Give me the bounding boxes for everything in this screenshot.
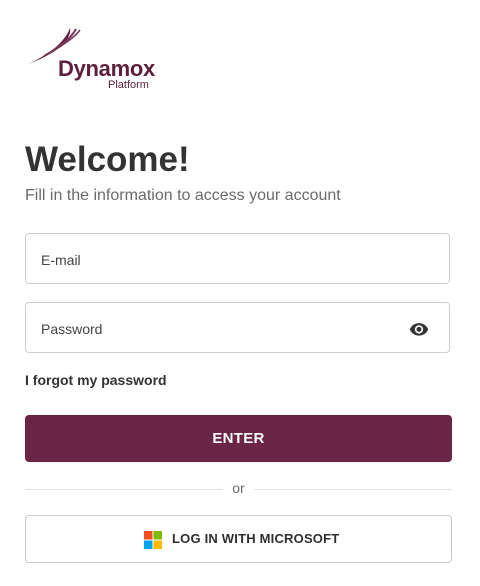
forgot-password-link[interactable]: I forgot my password [25,372,167,388]
email-input[interactable] [39,234,413,285]
brand-subtitle: Platform [108,79,149,91]
microsoft-login-label: LOG IN WITH MICROSOFT [172,531,340,546]
page-title: Welcome! [25,140,190,179]
page-subtitle: Fill in the information to access your a… [25,187,341,204]
microsoft-logo-icon [144,531,162,549]
password-field[interactable] [25,302,450,354]
divider-label: or [232,480,245,496]
enter-button[interactable]: ENTER [25,415,452,462]
email-field[interactable] [25,233,450,285]
divider-line-right [254,489,452,490]
password-input[interactable] [39,303,413,354]
microsoft-login-button[interactable]: LOG IN WITH MICROSOFT [25,515,452,563]
brand-logo: Dynamox Platform [26,26,166,92]
eye-icon[interactable] [409,319,429,339]
divider-line-left [25,489,223,490]
